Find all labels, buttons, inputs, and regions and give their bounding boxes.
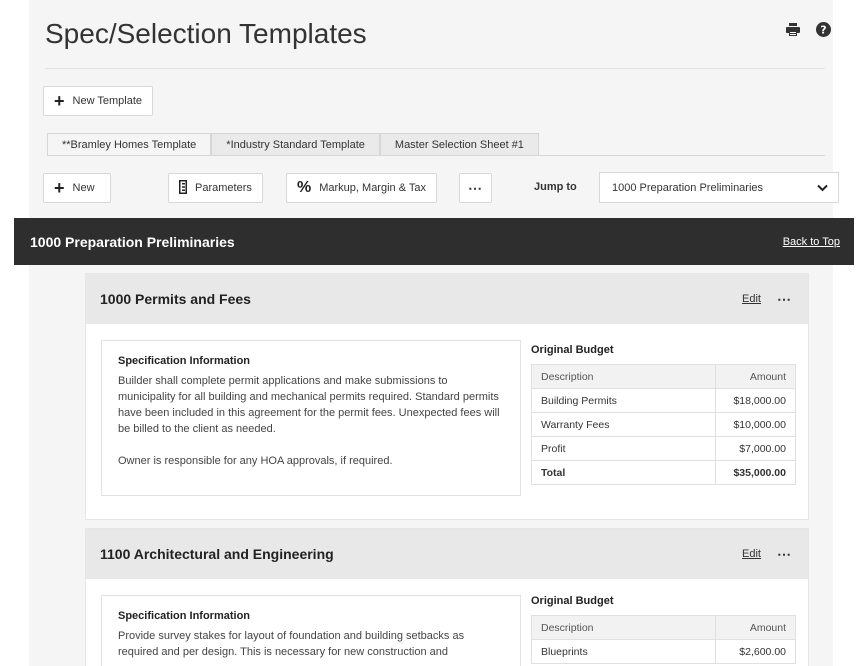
total-label: Total — [531, 460, 716, 485]
section-title: 1000 Preparation Preliminaries — [30, 233, 235, 250]
percent-icon: % — [297, 179, 312, 196]
row-description: Profit — [531, 436, 716, 461]
column-header-description: Description — [531, 615, 716, 640]
tab-industry-standard-template[interactable]: *Industry Standard Template — [211, 133, 380, 156]
item-more-button[interactable]: ⋯ — [777, 291, 792, 308]
item-actions: Edit ⋯ — [742, 546, 792, 563]
table-row: Blueprints $2,600.00 — [531, 639, 796, 664]
spec-heading: Specification Information — [118, 610, 251, 622]
original-budget: Original Budget Description Amount Build… — [531, 344, 796, 485]
row-amount: $10,000.00 — [715, 412, 796, 437]
item-card-header: 1000 Permits and Fees Edit ⋯ — [86, 274, 808, 324]
specification-box: Specification Information Builder shall … — [101, 340, 521, 496]
new-label: New — [72, 182, 95, 194]
header-icons: ? — [786, 22, 831, 37]
row-description: Blueprints — [531, 639, 716, 664]
markup-margin-tax-button[interactable]: % Markup, Margin & Tax — [286, 173, 438, 203]
tab-label: **Bramley Homes Template — [62, 138, 197, 151]
tabs-divider — [47, 155, 825, 156]
column-header-amount: Amount — [715, 364, 796, 389]
print-icon[interactable] — [786, 23, 800, 36]
header-divider — [45, 68, 825, 69]
svg-text:?: ? — [820, 24, 826, 37]
item-more-button[interactable]: ⋯ — [777, 546, 792, 563]
parameters-button[interactable]: Parameters — [168, 173, 263, 203]
more-icon: ⋯ — [468, 179, 483, 196]
specification-box: Specification Information Provide survey… — [101, 595, 521, 666]
plus-icon: + — [54, 178, 65, 198]
new-button[interactable]: + New — [43, 173, 111, 203]
plus-icon: + — [54, 91, 65, 111]
table-row: Profit $7,000.00 — [531, 436, 796, 461]
help-icon[interactable]: ? — [816, 22, 831, 37]
tab-master-selection-sheet[interactable]: Master Selection Sheet #1 — [379, 133, 539, 156]
column-header-description: Description — [531, 364, 716, 389]
jump-to-select[interactable]: 1000 Preparation Preliminaries — [599, 172, 839, 203]
row-amount: $7,000.00 — [715, 436, 796, 461]
back-to-top-link[interactable]: Back to Top — [783, 236, 840, 248]
edit-link[interactable]: Edit — [742, 293, 761, 305]
more-options-button[interactable]: ⋯ — [459, 173, 492, 203]
spec-heading: Specification Information — [118, 355, 251, 367]
jump-to-label: Jump to — [534, 181, 577, 193]
budget-title: Original Budget — [531, 595, 614, 607]
page-title: Spec/Selection Templates — [45, 18, 367, 49]
original-budget: Original Budget Description Amount Bluep… — [531, 595, 796, 664]
tab-bramley-homes-template[interactable]: **Bramley Homes Template — [47, 133, 212, 156]
row-amount: $18,000.00 — [715, 388, 796, 413]
new-template-label: New Template — [72, 95, 143, 107]
parameters-label: Parameters — [195, 182, 252, 194]
table-row: Warranty Fees $10,000.00 — [531, 412, 796, 437]
table-row: Building Permits $18,000.00 — [531, 388, 796, 413]
budget-table: Description Amount Blueprints $2,600.00 — [531, 615, 796, 664]
spec-text: Builder shall complete permit applicatio… — [118, 375, 500, 467]
item-actions: Edit ⋯ — [742, 291, 792, 308]
table-total-row: Total $35,000.00 — [531, 460, 796, 485]
parameters-icon — [179, 179, 187, 197]
jump-to-value: 1000 Preparation Preliminaries — [612, 181, 764, 194]
table-header-row: Description Amount — [531, 615, 796, 640]
tab-label: *Industry Standard Template — [226, 139, 365, 151]
template-tabs: **Bramley Homes Template *Industry Stand… — [47, 133, 539, 156]
section-header: 1000 Preparation Preliminaries Back to T… — [14, 218, 854, 265]
item-card-architectural-and-engineering: 1100 Architectural and Engineering Edit … — [85, 528, 809, 666]
tab-label: Master Selection Sheet #1 — [394, 139, 524, 151]
new-template-button[interactable]: + New Template — [43, 86, 154, 116]
markup-label: Markup, Margin & Tax — [319, 182, 427, 194]
item-title: 1000 Permits and Fees — [100, 291, 251, 307]
spec-text: Provide survey stakes for layout of foun… — [118, 630, 465, 658]
column-header-amount: Amount — [715, 615, 796, 640]
table-header-row: Description Amount — [531, 364, 796, 389]
row-description: Warranty Fees — [531, 412, 716, 437]
item-card-header: 1100 Architectural and Engineering Edit … — [86, 529, 808, 579]
item-card-permits-and-fees: 1000 Permits and Fees Edit ⋯ Specificati… — [85, 273, 809, 520]
chevron-down-icon — [817, 181, 828, 195]
row-amount: $2,600.00 — [715, 639, 796, 664]
item-title: 1100 Architectural and Engineering — [100, 546, 334, 562]
page-container: Spec/Selection Templates ? + New Templat… — [14, 0, 854, 666]
budget-title: Original Budget — [531, 344, 614, 356]
row-description: Building Permits — [531, 388, 716, 413]
total-amount: $35,000.00 — [715, 460, 796, 485]
budget-table: Description Amount Building Permits $18,… — [531, 364, 796, 485]
edit-link[interactable]: Edit — [742, 548, 761, 560]
